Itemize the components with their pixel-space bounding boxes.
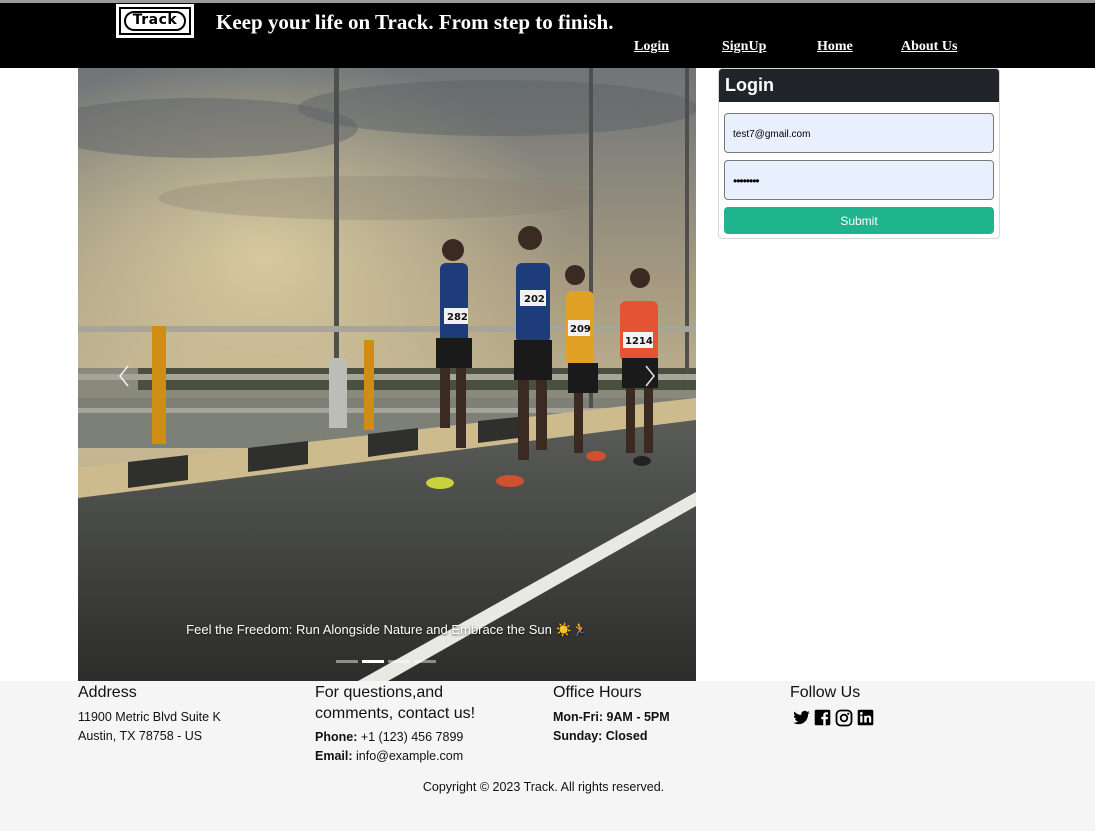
bib-number: 202 bbox=[524, 294, 545, 305]
contact-phone: Phone: +1 (123) 456 7899 bbox=[315, 728, 515, 747]
address-line-2: Austin, TX 78758 - US bbox=[78, 729, 203, 743]
site-footer: Address 11900 Metric Blvd Suite K Austin… bbox=[0, 681, 1095, 831]
hours-heading: Office Hours bbox=[553, 684, 642, 701]
address-heading: Address bbox=[78, 684, 137, 701]
phone-label: Phone: bbox=[315, 730, 358, 744]
footer-address: Address 11900 Metric Blvd Suite K Austin… bbox=[78, 682, 288, 746]
password-mask: •••••••• bbox=[733, 174, 760, 188]
submit-button[interactable]: Submit bbox=[724, 207, 994, 234]
nav-link-home[interactable]: Home bbox=[817, 39, 853, 55]
runners-photo: 282 202 209 1214 bbox=[78, 68, 696, 681]
email-field[interactable]: test7@gmail.com bbox=[724, 113, 994, 153]
phone-number: +1 (123) 456 7899 bbox=[357, 730, 464, 744]
site-tagline: Keep your life on Track. From step to fi… bbox=[216, 10, 614, 34]
carousel-indicator[interactable] bbox=[388, 660, 410, 663]
hours-sunday: Sunday: Closed bbox=[553, 729, 648, 743]
footer-follow: Follow Us bbox=[790, 682, 990, 703]
address-line-1: 11900 Metric Blvd Suite K bbox=[78, 710, 221, 724]
nav-link-about-us[interactable]: About Us bbox=[901, 39, 957, 55]
carousel-indicator[interactable] bbox=[362, 660, 384, 663]
linkedin-icon[interactable] bbox=[857, 709, 877, 729]
nav-link-login[interactable]: Login bbox=[634, 39, 669, 55]
contact-email: Email: info@example.com bbox=[315, 747, 515, 766]
instagram-icon[interactable] bbox=[835, 709, 855, 729]
facebook-icon[interactable] bbox=[814, 709, 834, 729]
contact-heading: For questions,and comments, contact us! bbox=[315, 684, 476, 722]
logo-text: Track bbox=[132, 12, 178, 28]
bib-number: 1214 bbox=[625, 336, 653, 347]
twitter-icon[interactable] bbox=[792, 709, 812, 729]
email-address[interactable]: info@example.com bbox=[353, 749, 463, 763]
track-logo[interactable]: Track bbox=[116, 4, 194, 38]
carousel-indicator[interactable] bbox=[336, 660, 358, 663]
carousel-next-button[interactable] bbox=[630, 358, 670, 394]
carousel-prev-button[interactable] bbox=[104, 358, 144, 394]
bib-number: 282 bbox=[447, 312, 468, 323]
carousel-caption: Feel the Freedom: Run Alongside Nature a… bbox=[186, 622, 588, 637]
follow-heading: Follow Us bbox=[790, 684, 861, 701]
chevron-left-icon bbox=[118, 365, 129, 387]
login-card: Login test7@gmail.com •••••••• Submit bbox=[718, 68, 1000, 239]
password-field[interactable]: •••••••• bbox=[724, 160, 994, 200]
carousel-indicator[interactable] bbox=[414, 660, 436, 663]
footer-contact: For questions,and comments, contact us! … bbox=[315, 682, 515, 766]
footer-hours: Office Hours Mon-Fri: 9AM - 5PM Sunday: … bbox=[553, 682, 753, 746]
email-value: test7@gmail.com bbox=[733, 129, 811, 140]
copyright-text: Copyright © 2023 Track. All rights reser… bbox=[422, 780, 665, 794]
nav-link-signup[interactable]: SignUp bbox=[722, 39, 766, 55]
hours-weekdays: Mon-Fri: 9AM - 5PM bbox=[553, 710, 670, 724]
site-header: Track Keep your life on Track. From step… bbox=[0, 3, 1095, 68]
login-card-title: Login bbox=[719, 69, 999, 102]
email-label: Email: bbox=[315, 749, 353, 763]
hero-carousel: 282 202 209 1214 Feel the Freedom: Run A… bbox=[78, 68, 696, 681]
chevron-right-icon bbox=[645, 365, 656, 387]
bib-number: 209 bbox=[570, 324, 591, 335]
